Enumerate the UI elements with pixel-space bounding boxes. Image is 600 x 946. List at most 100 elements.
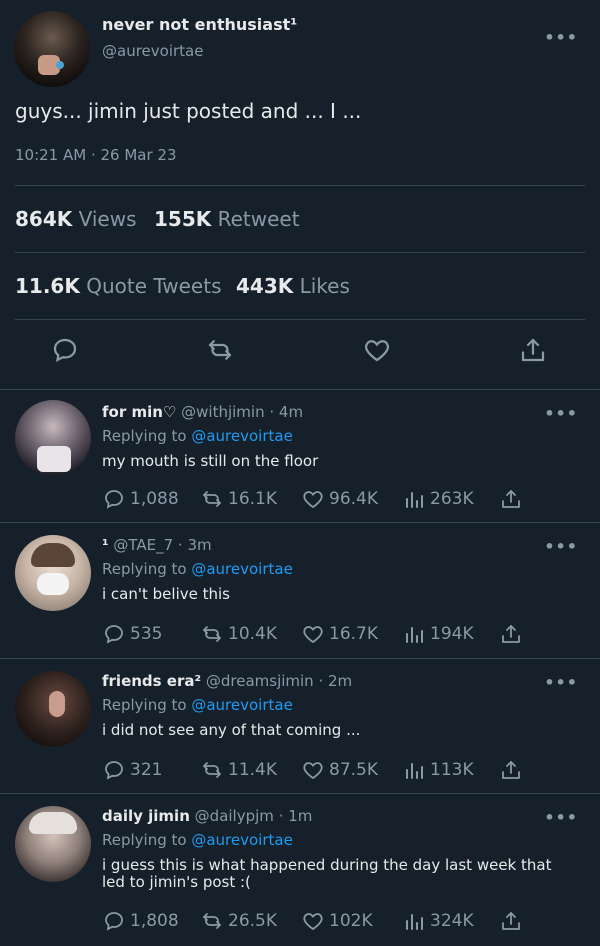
reply-display-name[interactable]: daily jimin [102,807,190,825]
reply-icon [105,761,123,780]
reply-count-button[interactable]: 1,808 [102,909,179,933]
more-options-icon[interactable]: ••• [544,673,578,692]
share-button[interactable] [499,487,527,511]
more-options-icon[interactable]: ••• [544,404,578,423]
reply-icon [105,625,123,644]
reply-display-name[interactable]: friends era² [102,672,201,690]
like-count: 87.5K [329,760,378,780]
avatar[interactable] [15,806,91,882]
retweet-button[interactable]: 10.4K [200,622,277,646]
reply-tweet[interactable]: daily jimin @dailypjm · 1m ••• Replying … [0,794,600,946]
like-count: 96.4K [329,489,378,509]
views-button[interactable]: 263K [402,487,474,511]
reply-text: i did not see any of that coming ... [102,721,361,739]
retweet-button[interactable]: 16.1K [200,487,277,511]
reply-display-name[interactable]: ¹ [102,536,109,554]
replying-prefix: Replying to [102,560,187,578]
share-icon[interactable] [518,335,550,367]
replying-to-link[interactable]: @aurevoirtae [191,831,292,849]
reply-count: 321 [130,760,163,780]
reply-tweet[interactable]: ¹ @TAE_7 · 3m ••• Replying to @aurevoirt… [0,523,600,658]
retweet-button[interactable]: 26.5K [200,909,277,933]
avatar[interactable] [15,400,91,476]
retweet-icon [203,491,221,507]
divider [15,252,585,253]
tweet-timestamp[interactable]: 10:21 AM · 26 Mar 23 [15,146,177,164]
reply-handle[interactable]: @dailypjm [195,807,274,825]
analytics-bars-icon [406,627,423,643]
avatar[interactable] [14,11,90,87]
like-count: 102K [329,911,373,931]
reply-icon [105,490,123,509]
divider [15,319,585,320]
reply-tweet[interactable]: friends era² @dreamsjimin · 2m ••• Reply… [0,659,600,793]
likes-stat[interactable]: 443K Likes [236,274,350,298]
retweets-stat[interactable]: 155K Retweet [154,207,300,231]
reply-tweet[interactable]: for min♡ @withjimin · 4m ••• Replying to… [0,390,600,522]
like-count: 16.7K [329,624,378,644]
share-icon [502,761,520,779]
reply-handle[interactable]: @withjimin [181,403,264,421]
reply-count: 1,808 [130,911,179,931]
retweets-label: Retweet [217,207,300,231]
reply-header: ¹ @TAE_7 · 3m [102,536,212,554]
like-heart-icon[interactable] [362,335,394,367]
replying-to: Replying to @aurevoirtae [102,831,293,849]
main-tweet: never not enthusiast¹ @aurevoirtae ••• g… [0,0,600,390]
reply-header: daily jimin @dailypjm · 1m [102,807,312,825]
views-button[interactable]: 324K [402,909,474,933]
views-count: 113K [430,760,474,780]
avatar-ring-shape [56,61,64,69]
retweet-icon [203,762,221,778]
retweet-icon[interactable] [205,335,237,367]
views-button[interactable]: 113K [402,758,474,782]
share-button[interactable] [499,909,527,933]
reply-time: · 3m [177,536,212,554]
reply-count: 1,088 [130,489,179,509]
reply-count-button[interactable]: 1,088 [102,487,179,511]
reply-count-button[interactable]: 321 [102,758,162,782]
like-button[interactable]: 96.4K [301,487,378,511]
like-button[interactable]: 16.7K [301,622,378,646]
replying-to-link[interactable]: @aurevoirtae [191,696,292,714]
analytics-bars-icon [406,914,423,930]
quote-tweets-stat[interactable]: 11.6K Quote Tweets [15,274,222,298]
reply-display-name[interactable]: for min♡ [102,403,176,421]
analytics-bars-icon [406,492,423,508]
more-options-icon[interactable]: ••• [544,537,578,556]
reply-header: friends era² @dreamsjimin · 2m [102,672,352,690]
replying-to-link[interactable]: @aurevoirtae [191,427,292,445]
avatar-face-shape [49,691,65,717]
reply-handle[interactable]: @TAE_7 [113,536,173,554]
reply-icon[interactable] [50,335,82,367]
replying-to: Replying to @aurevoirtae [102,560,293,578]
avatar-mask-shape [37,573,69,595]
avatar[interactable] [15,535,91,611]
reply-text: i can't belive this [102,585,230,603]
replying-to-link[interactable]: @aurevoirtae [191,560,292,578]
share-button[interactable] [499,622,527,646]
reply-count-button[interactable]: 535 [102,622,162,646]
avatar[interactable] [15,671,91,747]
more-options-icon[interactable]: ••• [544,808,578,827]
reply-header: for min♡ @withjimin · 4m [102,403,303,421]
like-button[interactable]: 87.5K [301,758,378,782]
divider [15,185,585,186]
avatar-hair-shape [29,812,77,834]
retweet-count: 26.5K [228,911,277,931]
share-button[interactable] [499,758,527,782]
retweet-icon [203,626,221,642]
views-label: Views [78,207,137,231]
more-options-icon[interactable]: ••• [544,28,578,47]
display-name[interactable]: never not enthusiast¹ [102,15,297,34]
share-icon [502,912,520,930]
retweet-button[interactable]: 11.4K [200,758,277,782]
user-handle[interactable]: @aurevoirtae [102,42,203,60]
reply-count: 535 [130,624,163,644]
views-button[interactable]: 194K [402,622,474,646]
like-button[interactable]: 102K [301,909,373,933]
reply-handle[interactable]: @dreamsjimin [206,672,314,690]
share-icon [502,490,520,508]
likes-label: Likes [299,274,350,298]
like-heart-icon [303,626,323,644]
